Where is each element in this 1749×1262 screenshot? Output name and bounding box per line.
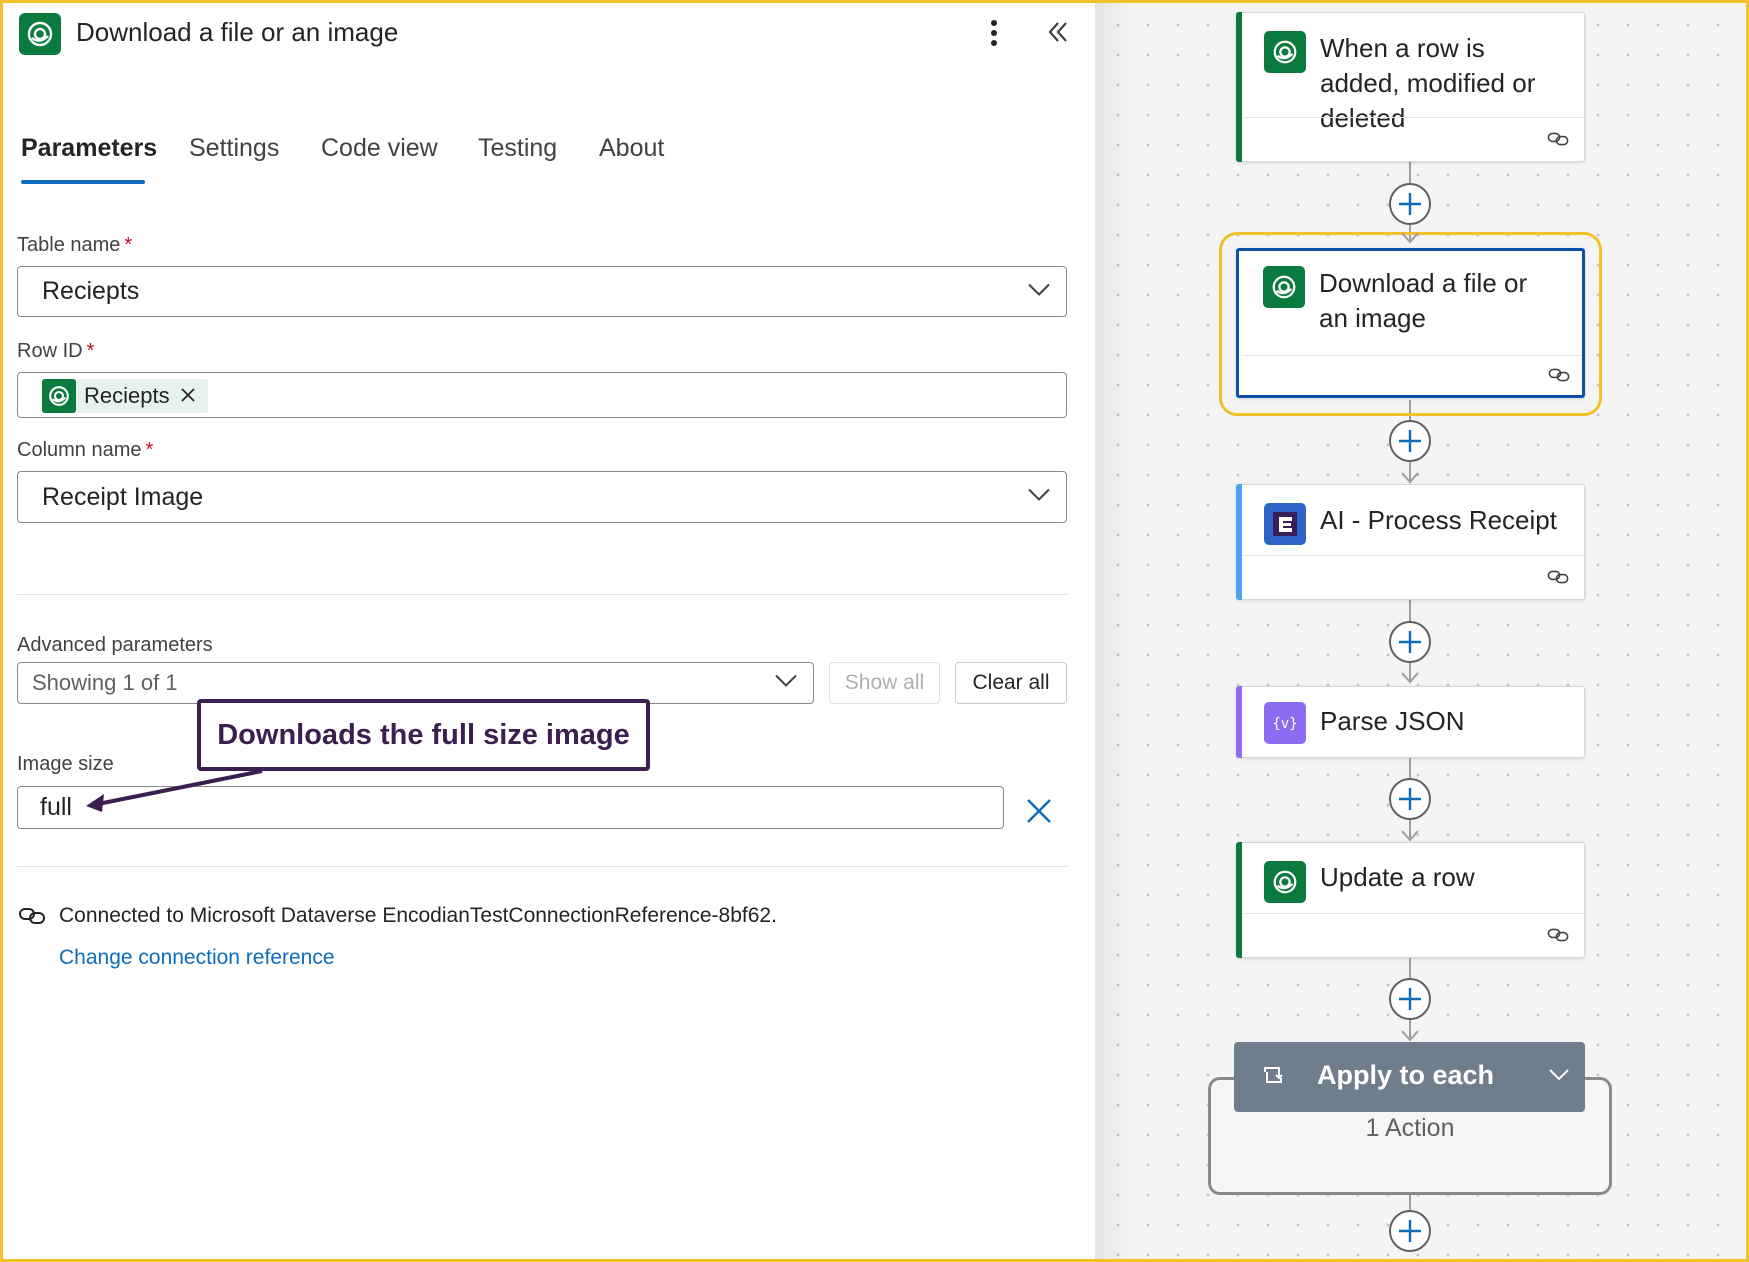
flow-step-update-row[interactable]: Update a row [1236, 842, 1585, 958]
table-name-label: Table name * [17, 234, 133, 256]
chevron-down-icon[interactable] [1549, 1068, 1569, 1086]
arrow-down-icon [1401, 232, 1419, 244]
row-id-label: Row ID * [17, 340, 95, 362]
action-details-panel: Download a file or an image Parameters S… [0, 0, 1095, 1262]
step-title: AI - Process Receipt [1320, 505, 1557, 535]
advanced-parameters-value: Showing 1 of 1 [32, 670, 178, 695]
svg-text:{v}: {v} [1272, 716, 1297, 732]
loop-action-count: 1 Action [1365, 1114, 1455, 1142]
arrow-down-icon [1401, 672, 1419, 684]
image-size-field[interactable]: full [17, 786, 1004, 829]
insert-step-button[interactable] [1389, 1210, 1431, 1252]
link-icon [1546, 927, 1570, 948]
flow-step-download-file[interactable]: Download a file or an image [1236, 248, 1585, 398]
advanced-parameters-label: Advanced parameters [17, 634, 213, 656]
step-accent-bar [1236, 484, 1242, 600]
panel-title: Download a file or an image [76, 17, 399, 47]
step-accent-bar [1236, 12, 1242, 162]
clear-field-icon[interactable] [1024, 794, 1054, 828]
column-name-dropdown[interactable]: Receipt Image [17, 471, 1067, 523]
step-divider [1243, 555, 1584, 556]
encodian-icon [1264, 503, 1306, 545]
step-accent-bar [1236, 686, 1242, 758]
step-title: When a row is added, modified or deleted [1320, 33, 1536, 133]
tab-testing[interactable]: Testing [478, 128, 557, 168]
chevron-down-icon [775, 674, 797, 693]
insert-step-button[interactable] [1389, 978, 1431, 1020]
insert-step-button[interactable] [1389, 420, 1431, 462]
plus-icon [1399, 430, 1421, 452]
step-divider [1242, 355, 1582, 356]
image-size-label: Image size [17, 753, 114, 775]
dataverse-icon [1264, 31, 1306, 73]
tab-settings[interactable]: Settings [189, 128, 279, 168]
flow-step-parse-json[interactable]: {v} Parse JSON [1236, 686, 1585, 758]
plus-icon [1399, 988, 1421, 1010]
loop-icon [1261, 1064, 1285, 1091]
active-tab-indicator [21, 180, 145, 184]
table-name-dropdown[interactable]: Reciepts [17, 266, 1067, 317]
annotation-callout: Downloads the full size image [197, 699, 650, 771]
link-icon [1546, 569, 1570, 590]
dataverse-icon [42, 379, 76, 413]
show-all-button[interactable]: Show all [829, 662, 940, 704]
collapse-panel-icon[interactable] [1040, 14, 1076, 50]
change-connection-link[interactable]: Change connection reference [59, 946, 335, 970]
tab-code-view[interactable]: Code view [321, 128, 438, 168]
insert-step-button[interactable] [1389, 778, 1431, 820]
step-title: Parse JSON [1320, 706, 1465, 736]
dataverse-icon [1264, 861, 1306, 903]
section-divider [17, 594, 1067, 595]
step-divider [1243, 913, 1584, 914]
step-title: Download a file or an image [1319, 268, 1528, 333]
plus-icon [1399, 631, 1421, 653]
step-divider [1243, 117, 1584, 118]
insert-step-button[interactable] [1389, 183, 1431, 225]
remove-token-icon[interactable] [180, 383, 196, 409]
dataverse-icon [1263, 266, 1305, 308]
flow-step-trigger[interactable]: When a row is added, modified or deleted [1236, 12, 1585, 162]
chevron-down-icon [1028, 488, 1050, 507]
tab-about[interactable]: About [599, 128, 664, 168]
arrow-down-icon [1401, 472, 1419, 484]
section-divider [17, 866, 1067, 867]
row-id-token[interactable]: Reciepts [42, 379, 208, 413]
connection-status: Connected to Microsoft Dataverse Encodia… [59, 904, 777, 927]
chevron-down-icon [1028, 282, 1050, 301]
clear-all-button[interactable]: Clear all [955, 662, 1067, 704]
apply-to-each-header[interactable]: Apply to each [1234, 1042, 1585, 1112]
column-name-label: Column name * [17, 439, 154, 461]
table-name-value: Reciepts [42, 277, 140, 305]
more-options-icon[interactable] [980, 16, 1008, 50]
advanced-parameters-dropdown[interactable]: Showing 1 of 1 [17, 662, 814, 704]
tab-parameters[interactable]: Parameters [21, 128, 157, 168]
column-name-value: Receipt Image [42, 482, 204, 511]
link-icon [1547, 367, 1571, 388]
canvas-edge-shadow [1095, 0, 1135, 1262]
step-title: Update a row [1320, 862, 1475, 892]
link-icon [18, 906, 46, 931]
row-id-field[interactable]: Reciepts [17, 372, 1067, 418]
step-accent-bar [1236, 842, 1242, 958]
arrow-down-icon [1401, 1030, 1419, 1042]
row-id-token-label: Reciepts [84, 383, 170, 408]
insert-step-button[interactable] [1389, 621, 1431, 663]
dataverse-icon [19, 13, 61, 55]
flow-step-ai-process-receipt[interactable]: AI - Process Receipt [1236, 484, 1585, 600]
image-size-value: full [40, 793, 72, 821]
plus-icon [1399, 193, 1421, 215]
link-icon [1546, 131, 1570, 152]
loop-title: Apply to each [1317, 1060, 1495, 1090]
data-operation-icon: {v} [1264, 702, 1306, 744]
plus-icon [1399, 1220, 1421, 1242]
arrow-down-icon [1401, 830, 1419, 842]
plus-icon [1399, 788, 1421, 810]
